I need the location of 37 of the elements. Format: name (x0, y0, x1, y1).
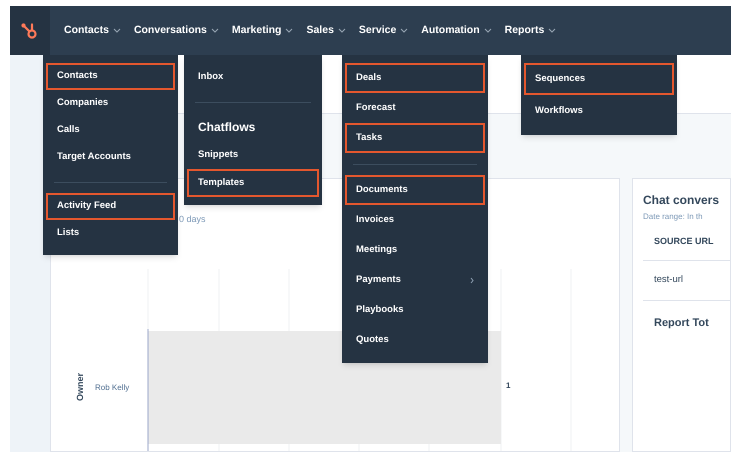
nav-menu-button[interactable]: Sales (306, 22, 346, 38)
menu-item[interactable]: Invoices (345, 205, 485, 235)
nav-menu-button[interactable]: Automation (421, 22, 492, 38)
menu-item[interactable]: Deals (345, 63, 485, 93)
menu-item[interactable]: Activity Feed (46, 193, 175, 220)
menu-item[interactable]: Calls (46, 117, 175, 144)
table-cell-text: test-url (653, 273, 684, 288)
card-title: Chat convers (643, 192, 720, 209)
menu-item[interactable]: Workflows (524, 95, 674, 127)
menu-item[interactable]: Tasks (345, 123, 485, 153)
date-range-text: Date range: In th (643, 211, 704, 223)
menu-item[interactable]: Forecast (345, 93, 485, 123)
menu-item[interactable]: Snippets (187, 141, 319, 169)
column-header: SOURCE URL (643, 223, 730, 261)
menu-item[interactable]: Playbooks (345, 295, 485, 325)
menu-item[interactable]: Target Accounts (46, 144, 175, 171)
nav-menu-button[interactable]: Conversations (134, 22, 219, 38)
menu-item[interactable]: Meetings (345, 235, 485, 265)
date-range-text: 0 days (179, 213, 206, 226)
menu-item[interactable]: Templates (187, 169, 319, 197)
category-label: Rob Kelly (95, 383, 130, 392)
menu-item[interactable]: Lists (46, 220, 175, 247)
menu-item[interactable]: Payments (345, 265, 485, 295)
data-label: 1 (506, 381, 510, 390)
nav-menu-button[interactable]: Contacts (64, 22, 121, 38)
nav-menu-button[interactable]: Marketing (232, 22, 294, 38)
menu-item[interactable]: Contacts (46, 63, 175, 90)
menu-item[interactable]: Chatflows (187, 113, 319, 141)
nav-menu-button[interactable]: Reports (504, 22, 556, 38)
menu-item[interactable]: Companies (46, 90, 175, 117)
menu-item[interactable]: Quotes (345, 325, 485, 355)
menu-item[interactable]: Documents (345, 175, 485, 205)
menu-item[interactable]: Inbox (187, 63, 319, 91)
menu-item[interactable]: Sequences (524, 63, 674, 95)
axis-title: Owner (75, 373, 85, 401)
nav-menu-button[interactable]: Service (358, 22, 408, 38)
report-total-label: Report Tot (653, 316, 710, 331)
